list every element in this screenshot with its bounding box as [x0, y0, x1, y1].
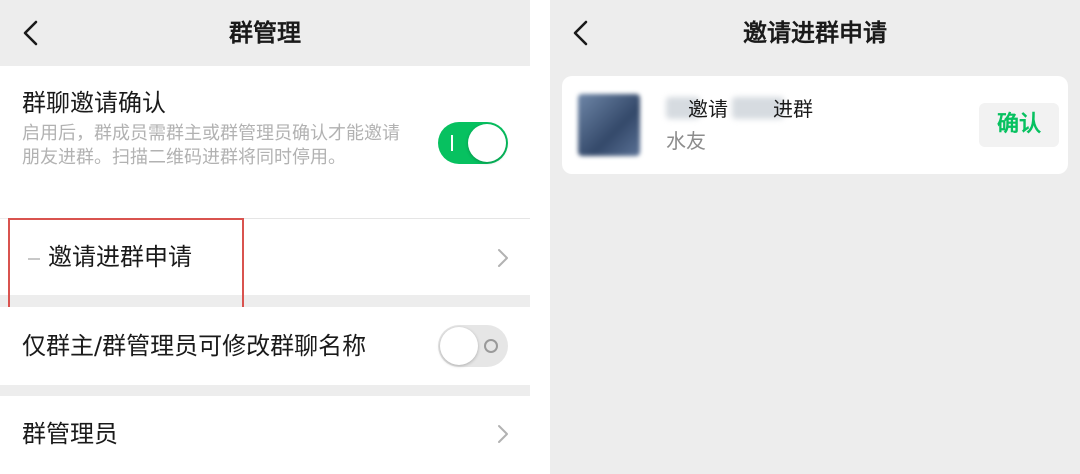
invite-confirm-toggle[interactable]	[438, 122, 508, 164]
confirm-button[interactable]: 确认	[979, 103, 1059, 147]
page-title: 群管理	[229, 19, 301, 47]
invite-confirm-description: 启用后，群成员需群主或群管理员确认才能邀请朋友进群。扫描二维码进群将同时停用。	[22, 123, 400, 168]
avatar	[578, 94, 640, 156]
invite-action-text: 邀请	[688, 97, 728, 121]
toggle-off-icon	[484, 339, 498, 353]
join-group-text: 进群	[773, 97, 813, 121]
request-card: 邀请 进群 水友 确认	[562, 76, 1068, 174]
rename-restrict-label: 仅群主/群管理员可修改群聊名称	[22, 332, 367, 360]
nav-bar: 群管理	[0, 0, 530, 66]
invite-confirm-title: 群聊邀请确认	[22, 89, 166, 117]
relation-text: 水友	[666, 129, 706, 153]
invite-requests-screen: 邀请进群申请 邀请 进群 水友 确认	[550, 0, 1080, 474]
nav-bar: 邀请进群申请	[550, 0, 1080, 66]
rename-restrict-toggle[interactable]	[438, 325, 508, 367]
group-management-screen: 群管理 群聊邀请确认 启用后，群成员需群主或群管理员确认才能邀请朋友进群。扫描二…	[0, 0, 530, 474]
highlight-annotation	[8, 218, 244, 313]
admins-label: 群管理员	[22, 420, 118, 448]
chevron-right-icon	[498, 425, 508, 443]
chevron-right-icon	[498, 249, 508, 267]
toggle-knob	[468, 124, 506, 162]
page-title: 邀请进群申请	[743, 19, 887, 47]
toggle-knob	[440, 327, 478, 365]
toggle-on-icon	[451, 135, 453, 151]
admins-row[interactable]: 群管理员	[0, 396, 530, 474]
